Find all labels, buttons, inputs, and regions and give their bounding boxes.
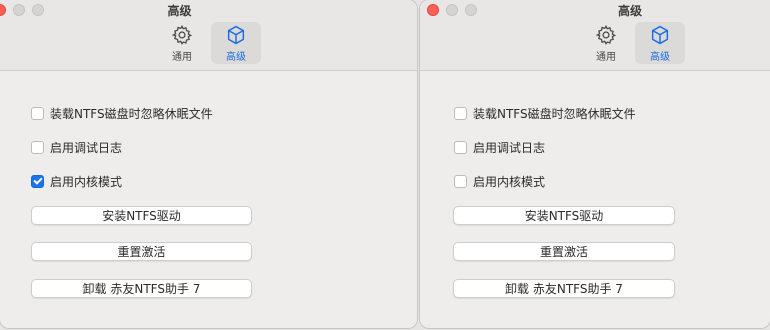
tab-general[interactable]: 通用 — [157, 22, 207, 64]
option-label: 启用内核模式 — [50, 175, 123, 189]
tab-general-label: 通用 — [172, 51, 192, 63]
tab-advanced[interactable]: 高级 — [635, 22, 685, 64]
window-title: 高级 — [617, 4, 642, 18]
tab-general[interactable]: 通用 — [581, 22, 631, 64]
tab-advanced[interactable]: 高级 — [211, 22, 261, 64]
checkbox-debug-log[interactable] — [454, 141, 467, 154]
gear-icon — [171, 24, 193, 45]
option-debug-log[interactable]: 启用调试日志 — [31, 139, 122, 156]
checkbox-ignore-hibernation[interactable] — [454, 107, 467, 120]
uninstall-button[interactable]: 卸载 赤友NTFS助手 7 — [31, 279, 252, 298]
install-driver-button[interactable]: 安装NTFS驱动 — [453, 206, 675, 225]
option-debug-log[interactable]: 启用调试日志 — [454, 139, 545, 156]
option-ignore-hibernation[interactable]: 装载NTFS磁盘时忽略休眠文件 — [31, 105, 213, 122]
option-label: 启用调试日志 — [473, 141, 546, 155]
option-kernel-mode[interactable]: 启用内核模式 — [454, 173, 545, 190]
preferences-window-left: 高级 通用 高级 装载NTFS磁盘时忽略休眠文件 启用调试日志 启用内核模式 安… — [0, 0, 417, 328]
checkbox-debug-log[interactable] — [31, 141, 44, 154]
preferences-toolbar: 通用 高级 — [581, 22, 685, 64]
option-label: 启用调试日志 — [50, 141, 123, 155]
titlebar: 高级 通用 高级 — [420, 0, 770, 71]
titlebar: 高级 通用 高级 — [0, 0, 417, 71]
tab-general-label: 通用 — [596, 51, 616, 63]
screenshot-stage: 高级 通用 高级 装载NTFS磁盘时忽略休眠文件 启用调试日志 启用内核模式 安… — [0, 0, 770, 330]
option-label: 装载NTFS磁盘时忽略休眠文件 — [473, 107, 636, 121]
checkbox-kernel-mode[interactable] — [31, 175, 44, 188]
install-driver-button[interactable]: 安装NTFS驱动 — [31, 206, 252, 225]
preferences-toolbar: 通用 高级 — [157, 22, 261, 64]
window-title: 高级 — [167, 4, 192, 18]
preferences-window-right: 高级 通用 高级 装载NTFS磁盘时忽略休眠文件 启用调试日志 启用内核模式 安… — [420, 0, 770, 328]
cube-icon — [651, 25, 669, 44]
uninstall-button[interactable]: 卸载 赤友NTFS助手 7 — [453, 279, 675, 298]
option-label: 启用内核模式 — [473, 175, 546, 189]
checkbox-kernel-mode[interactable] — [454, 175, 467, 188]
tab-advanced-label: 高级 — [650, 51, 670, 63]
option-ignore-hibernation[interactable]: 装载NTFS磁盘时忽略休眠文件 — [454, 105, 636, 122]
option-kernel-mode[interactable]: 启用内核模式 — [31, 173, 122, 190]
cube-icon — [227, 25, 245, 44]
reset-activation-button[interactable]: 重置激活 — [31, 242, 252, 261]
tab-advanced-label: 高级 — [226, 51, 246, 63]
reset-activation-button[interactable]: 重置激活 — [453, 242, 675, 261]
option-label: 装载NTFS磁盘时忽略休眠文件 — [50, 107, 213, 121]
checkbox-ignore-hibernation[interactable] — [31, 107, 44, 120]
close-button[interactable] — [427, 4, 439, 16]
gear-icon — [595, 24, 617, 45]
